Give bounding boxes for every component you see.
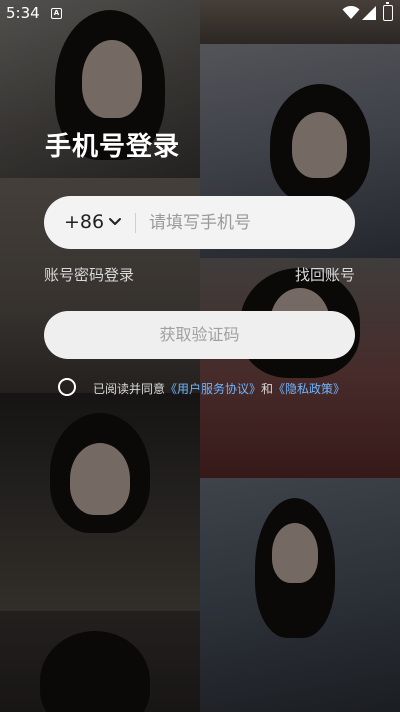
password-login-link[interactable]: 账号密码登录 xyxy=(44,264,134,285)
input-divider xyxy=(135,213,136,233)
chevron-down-icon[interactable] xyxy=(108,211,122,233)
status-bar: 5:34 A xyxy=(0,0,400,28)
agreement-prefix: 已阅读并同意 xyxy=(93,382,166,396)
signal-icon xyxy=(362,6,376,20)
get-code-button[interactable]: 获取验证码 xyxy=(44,311,355,359)
status-time: 5:34 xyxy=(6,4,40,22)
wifi-icon xyxy=(342,6,360,19)
notification-icon: A xyxy=(51,8,62,19)
page-title: 手机号登录 xyxy=(45,132,181,162)
recover-account-link[interactable]: 找回账号 xyxy=(295,264,355,285)
phone-number-input[interactable] xyxy=(149,208,339,237)
phone-input-row: +86 xyxy=(44,196,355,249)
agreement-conjunction: 和 xyxy=(261,382,274,396)
privacy-policy-link[interactable]: 《隐私政策》 xyxy=(273,382,345,396)
battery-icon xyxy=(383,2,393,21)
country-code-selector[interactable]: +86 xyxy=(64,211,104,233)
agreement-text: 已阅读并同意《用户服务协议》和《隐私政策》 xyxy=(93,380,345,397)
agreement-checkbox[interactable] xyxy=(58,378,76,396)
user-agreement-link[interactable]: 《用户服务协议》 xyxy=(165,382,261,396)
